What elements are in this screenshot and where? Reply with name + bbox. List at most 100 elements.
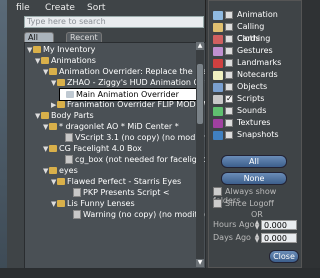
folder-icon [49,123,57,130]
folder-icon [33,46,41,53]
checkbox[interactable] [213,199,222,208]
tree-item-label: Main Animation Overrider [76,90,179,99]
menu-file[interactable]: file [16,3,30,13]
filter-label: Snapshots [237,130,279,139]
since-logoff-checkbox[interactable]: Since Logoff [213,199,274,208]
bottom-background [0,268,320,278]
filter-checkbox[interactable] [225,35,233,43]
filter-label: Textures [237,118,271,127]
filter-checkbox[interactable] [225,47,233,55]
folder-icon [41,112,49,119]
tree-item-label: ZHAO - Ziggy's HUD Animation Overrider [67,78,205,87]
tree-item-label: * dragonlet AO * MiD Center * [59,122,179,131]
snapshot-icon [213,131,223,140]
tree-item[interactable]: ▼Animation Overrider: Replace the Defaul… [43,66,205,77]
filter-label: Gestures [237,46,273,55]
folder-icon [57,178,65,185]
tree-item-label: Animations [51,56,96,65]
folder-icon [41,57,49,64]
filter-checkbox[interactable] [225,11,233,19]
filter-checkbox[interactable] [225,23,233,31]
scroll-up-icon[interactable]: ▲ [196,42,204,50]
scroll-down-icon[interactable]: ▼ [196,259,204,267]
tree-item-label: Animation Overrider: Replace the Default… [59,67,205,76]
tree-item[interactable]: Warning (no copy) (no modify) [67,209,205,220]
filter-checkbox[interactable] [225,59,233,67]
hours-spinner-icon[interactable]: ▲ ▼ [254,220,260,231]
filter-label: Animation [237,10,278,19]
menu-sort[interactable]: Sort [87,3,105,13]
filter-checkbox[interactable] [225,119,233,127]
clothing-icon [213,35,223,44]
gesture-icon [213,47,223,56]
tree-item[interactable]: cg_box (not needed for facelight) [59,154,206,165]
filter-label: Sounds [237,106,267,115]
filter-panel: Animation Calling Cards Clothing Gesture… [208,0,302,268]
all-button[interactable]: All [221,155,287,168]
tree-item[interactable]: VScript 3.1 (no copy) (no modify) [59,132,206,143]
tree-item[interactable]: PKP Presents Script < [67,187,170,198]
days-spinner-icon[interactable]: ▲ ▼ [254,233,260,244]
folder-icon [49,68,57,75]
tree-item[interactable]: ▼ Flawed Perfect - Starris Eyes [51,176,181,187]
hours-ago-field[interactable]: 0.000 [261,220,297,230]
days-ago-field[interactable]: 0.000 [261,233,297,243]
filter-checkbox[interactable] [225,107,233,115]
filter-checkbox[interactable] [225,131,233,139]
texture-icon [213,119,223,128]
tree-item-label: CG Facelight 4.0 Box [59,144,142,153]
tree-item-label: Flawed Perfect - Starris Eyes [67,177,182,186]
tree-item[interactable]: ▼ZHAO - Ziggy's HUD Animation Overrider [51,77,205,88]
tree-item[interactable]: ▼ Body Parts [35,110,94,121]
filter-label: Scripts [237,94,265,103]
filter-label: Landmarks [237,58,282,67]
left-background [0,0,7,278]
tree-item-label: cg_box (not needed for facelight) [75,155,206,164]
none-button[interactable]: None [221,172,287,185]
filter-checkbox-checked[interactable] [225,93,233,105]
tree-item-label: My Inventory [43,45,96,54]
tree-item-label: VScript 3.1 (no copy) (no modify) [75,133,206,142]
filter-label: Clothing [237,34,271,43]
animation-icon [66,91,74,98]
tree-item[interactable]: ▼ Lis Funny Lenses [51,198,135,209]
search-input[interactable]: Type here to search [24,16,204,28]
folder-icon [57,200,65,207]
hours-ago-label: Hours Ago [213,220,255,229]
folder-icon [49,145,57,152]
inventory-window: file Create Sort Type here to search All… [7,0,206,269]
notecard-icon [213,71,223,80]
folder-icon [57,101,65,108]
tree-item-label: Franimation Overrider FLIP MOD - WAY [67,100,206,109]
or-label: OR [251,210,263,219]
scroll-thumb[interactable] [197,64,203,124]
tree-scrollbar[interactable]: ▲ ▼ [196,42,204,267]
script-icon [213,95,223,104]
filter-checkbox[interactable] [225,83,233,91]
tree-item[interactable]: ▼ Animations [35,55,96,66]
right-background [301,0,320,268]
tree-item-label: PKP Presents Script < [83,188,170,197]
menu-bar: file Create Sort [7,3,205,15]
tree-item[interactable]: ▼ eyes [43,165,78,176]
tree-item-label: Body Parts [51,111,94,120]
script-icon [65,155,73,164]
calling-card-icon [213,23,223,32]
tree-item[interactable]: ▼ * dragonlet AO * MiD Center * [43,121,179,132]
checkbox[interactable] [213,187,222,196]
landmark-icon [213,59,223,68]
tree-item[interactable]: ▼ CG Facelight 4.0 Box [43,143,142,154]
filter-checkbox[interactable] [225,71,233,79]
close-button[interactable]: Close [269,250,299,263]
script-icon [73,210,81,219]
inventory-tree: ▼ My Inventory ▼ Animations ▼ Animation Ove… [24,42,206,269]
script-icon [65,133,73,142]
tree-item[interactable]: ▼ My Inventory [27,44,95,55]
tree-item-label: Warning (no copy) (no modify) [83,210,205,219]
animation-icon [213,11,223,20]
object-icon [213,83,223,92]
days-ago-label: Days Ago [213,233,251,242]
menu-create[interactable]: Create [45,3,75,13]
folder-icon [57,79,65,86]
tree-item[interactable]: ▶ Franimation Overrider FLIP MOD - WAY [51,99,206,110]
